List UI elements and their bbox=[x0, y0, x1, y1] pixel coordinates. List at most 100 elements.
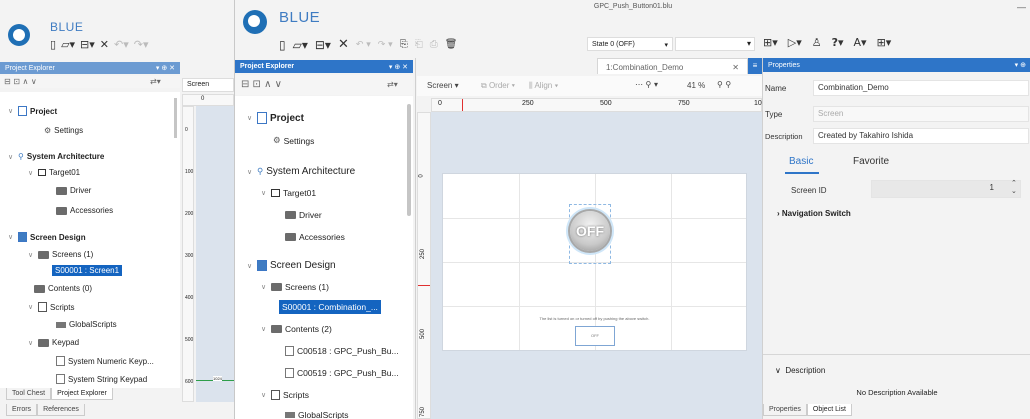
tree-screen-design[interactable]: ∨ Screen Design bbox=[245, 260, 336, 271]
new-file-icon[interactable]: ▯ bbox=[279, 38, 286, 52]
tree-system-architecture[interactable]: ∨ ⚲ System Architecture bbox=[6, 152, 104, 161]
tree-screens[interactable]: ∨ Screens (1) bbox=[26, 250, 93, 259]
app-title: BLUE bbox=[50, 20, 84, 34]
open-file-icon[interactable]: ▱▾ bbox=[293, 38, 308, 52]
back-explorer-toolbar: ⊟ ⊡ ∧ ∨ ⇄▾ bbox=[0, 76, 180, 88]
tree-global-scripts[interactable]: GlobalScripts bbox=[56, 320, 117, 329]
close-icon[interactable]: ✕ bbox=[100, 38, 109, 51]
tree-screen-item-selected[interactable]: S00001 : Combination_... bbox=[279, 300, 381, 314]
tree-project[interactable]: ∨ Project bbox=[6, 106, 57, 116]
tree-screens[interactable]: ∨ Screens (1) bbox=[259, 282, 329, 292]
secondary-dropdown[interactable]: ▾ bbox=[675, 37, 755, 51]
tree-scrollbar[interactable] bbox=[174, 98, 177, 138]
tree-settings[interactable]: ⚙ Settings bbox=[44, 126, 83, 135]
order-button[interactable]: ⧉ Order ▾ bbox=[481, 81, 515, 91]
minimize-icon[interactable]: — bbox=[1017, 2, 1026, 12]
main-window: GPC_Push_Button01.blu — BLUE ▯ ▱▾ ⊟▾ ✕ ↶… bbox=[234, 0, 1030, 419]
zoom-in-icon[interactable]: ⚲ ⚲ bbox=[717, 80, 731, 89]
font-icon[interactable]: A▾ bbox=[854, 36, 867, 49]
tab-properties[interactable]: Properties bbox=[763, 404, 807, 416]
screen-id-field[interactable]: 1 bbox=[871, 180, 1021, 198]
description-section[interactable]: ∨ Description bbox=[775, 366, 825, 375]
tree-scripts[interactable]: ∨ Scripts bbox=[259, 390, 309, 400]
undo-icon[interactable]: ↶ ▾ bbox=[356, 40, 371, 50]
tab-favorite[interactable]: Favorite bbox=[853, 156, 889, 167]
tab-object-list[interactable]: Object List bbox=[806, 404, 852, 416]
new-file-icon[interactable]: ▯ bbox=[50, 38, 56, 51]
tree-accessories[interactable]: Accessories bbox=[56, 206, 113, 215]
tab-project-explorer[interactable]: Project Explorer bbox=[51, 388, 113, 400]
align-button[interactable]: ⫼ Align ▾ bbox=[529, 81, 558, 91]
tree-target[interactable]: ∨ Target01 bbox=[26, 168, 80, 177]
close-icon[interactable]: ✕ bbox=[338, 37, 349, 52]
tree-settings[interactable]: ⚙ Settings bbox=[273, 136, 314, 146]
undo-icon[interactable]: ↶▾ bbox=[114, 38, 129, 51]
name-field[interactable]: Combination_Demo bbox=[813, 80, 1029, 96]
navigation-switch-section[interactable]: › Navigation Switch bbox=[777, 209, 851, 218]
architecture-icon: ⚲ bbox=[257, 166, 264, 177]
tree-content-item-1[interactable]: C00518 : GPC_Push_Bu... bbox=[285, 346, 399, 356]
screen-dropdown[interactable]: Screen ▾ bbox=[427, 81, 459, 90]
tree-global-scripts[interactable]: GlobalScripts bbox=[285, 410, 349, 419]
panel-pin-close-icon[interactable]: ▾ ⊕ ✕ bbox=[389, 63, 408, 71]
tab-references[interactable]: References bbox=[37, 404, 85, 416]
document-tab[interactable]: 1:Combination_Demo ✕ bbox=[597, 58, 748, 74]
delete-icon[interactable]: 🗑 bbox=[445, 39, 458, 50]
panel-pin-icon[interactable]: ▾ ⊕ bbox=[1015, 61, 1026, 69]
name-label: Name bbox=[765, 84, 787, 93]
tree-content-item-2[interactable]: C00519 : GPC_Push_Bu... bbox=[285, 368, 399, 378]
tree-driver[interactable]: Driver bbox=[285, 210, 322, 220]
layout-icon[interactable]: ⊞▾ bbox=[763, 36, 778, 49]
tree-contents[interactable]: Contents (0) bbox=[34, 284, 92, 293]
tab-overflow-icon[interactable]: ≡ bbox=[748, 58, 762, 74]
tree-target[interactable]: ∨ Target01 bbox=[259, 188, 316, 198]
open-file-icon[interactable]: ▱▾ bbox=[61, 38, 75, 51]
tree-numeric-keypad[interactable]: System Numeric Keyp... bbox=[56, 356, 154, 366]
tree-screen-design[interactable]: ∨ Screen Design bbox=[6, 232, 86, 242]
tree-accessories[interactable]: Accessories bbox=[285, 232, 345, 242]
app-logo bbox=[243, 10, 267, 34]
close-tab-icon[interactable]: ✕ bbox=[732, 63, 739, 72]
paste-icon[interactable]: ⎗ bbox=[415, 39, 423, 50]
tree-contents[interactable]: ∨ Contents (2) bbox=[259, 324, 332, 334]
cut-icon[interactable]: ⎙ bbox=[430, 39, 438, 50]
explorer-options-icon[interactable]: ⇄▾ bbox=[150, 77, 161, 86]
tree-string-keypad[interactable]: System String Keypad bbox=[56, 374, 147, 384]
save-icon[interactable]: ⊟▾ bbox=[315, 38, 331, 52]
tree-driver[interactable]: Driver bbox=[56, 186, 91, 195]
screen-area[interactable]: OFF The list is turned on or turned off … bbox=[442, 173, 747, 351]
tree-scrollbar[interactable] bbox=[407, 104, 411, 216]
folder-icon bbox=[38, 338, 49, 347]
tab-errors[interactable]: Errors bbox=[6, 404, 38, 416]
redo-icon[interactable]: ↷▾ bbox=[134, 38, 149, 51]
back-screen-dropdown[interactable]: Screen bbox=[182, 78, 234, 92]
explorer-options-icon[interactable]: ⇄▾ bbox=[387, 80, 398, 89]
tab-basic[interactable]: Basic bbox=[789, 156, 813, 167]
tree-project[interactable]: ∨ Project bbox=[245, 112, 304, 124]
play-icon[interactable]: ▷▾ bbox=[788, 36, 802, 49]
save-icon[interactable]: ⊟▾ bbox=[80, 38, 95, 51]
off-push-button[interactable]: OFF bbox=[570, 211, 610, 251]
state-dropdown[interactable]: State 0 (OFF) ▾ bbox=[587, 37, 673, 51]
target-icon bbox=[271, 189, 280, 197]
redo-icon[interactable]: ↷ ▾ bbox=[378, 40, 393, 50]
type-label: Type bbox=[765, 110, 783, 119]
grid-icon[interactable]: ⊞▾ bbox=[877, 36, 892, 49]
app-title: BLUE bbox=[279, 9, 321, 26]
tab-tool-chest[interactable]: Tool Chest bbox=[6, 388, 52, 400]
chevron-down-icon: ▾ bbox=[664, 42, 668, 49]
explorer-tools-icon[interactable]: ⊟ ⊡ ∧ ∨ bbox=[241, 79, 282, 90]
small-off-button[interactable]: OFF bbox=[575, 326, 615, 346]
explorer-tools-icon[interactable]: ⊟ ⊡ ∧ ∨ bbox=[4, 77, 37, 86]
description-field[interactable]: Created by Takahiro Ishida bbox=[813, 128, 1029, 144]
tree-system-architecture[interactable]: ∨ ⚲ System Architecture bbox=[245, 166, 355, 177]
copy-icon[interactable]: ⎘ bbox=[400, 39, 408, 50]
tree-screen-item-selected[interactable]: S00001 : Screen1 bbox=[52, 265, 123, 276]
help-icon[interactable]: ?▾ bbox=[832, 36, 844, 49]
tree-scripts[interactable]: ∨ Scripts bbox=[26, 302, 74, 312]
tree-keypad[interactable]: ∨ Keypad bbox=[26, 338, 79, 347]
panel-pin-close-icon[interactable]: ▾ ⊕ ✕ bbox=[156, 64, 175, 72]
zoom-out-icon[interactable]: ⋯ ⚲ ▾ bbox=[635, 80, 658, 89]
stepper-icon[interactable]: ⌃ ⌄ bbox=[1011, 180, 1017, 196]
user-icon[interactable]: ♙ bbox=[812, 36, 822, 49]
